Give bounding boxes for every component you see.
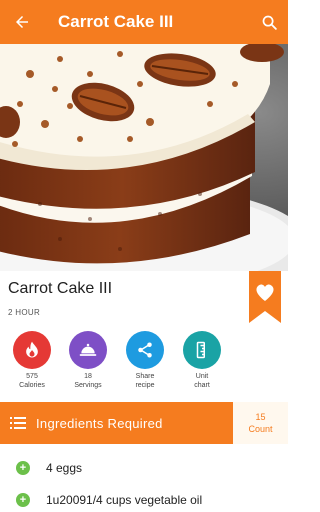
ingredient-text: 4 eggs [46, 461, 83, 475]
app-bar: Carrot Cake III [0, 0, 288, 44]
ingredient-count-label: Count [248, 424, 273, 434]
ingredient-item[interactable]: + 1u20091/4 cups vegetable oil [0, 484, 288, 512]
recipe-hero-image [0, 44, 288, 271]
servings-value: 18 [84, 373, 92, 380]
servings-circle [69, 331, 107, 369]
recipe-actions: 575 Calories 18 Servings Share recipe Un… [0, 331, 288, 391]
ingredients-header: Ingredients Required 15 Count [0, 402, 288, 444]
share-value: Share [135, 373, 155, 380]
share-icon [138, 342, 152, 358]
servings-button[interactable]: 18 Servings [58, 331, 118, 390]
unit-chart-value: Unit [195, 373, 209, 380]
calories-button[interactable]: 575 Calories [2, 331, 62, 390]
cook-time: 2 HOUR [8, 308, 41, 317]
back-button[interactable] [0, 0, 44, 44]
unit-chart-button[interactable]: Unit chart [172, 331, 232, 390]
recipe-title: Carrot Cake III [8, 280, 113, 297]
ingredients-header-label: Ingredients Required [36, 415, 163, 431]
unit-chart-label: chart [194, 382, 210, 389]
list-icon [0, 416, 36, 430]
ingredients-tab[interactable]: Ingredients Required [0, 402, 233, 444]
cloche-icon [79, 343, 97, 356]
arrow-left-icon [16, 16, 28, 28]
favorite-button[interactable] [249, 271, 281, 323]
search-icon [262, 15, 277, 30]
search-button[interactable] [250, 0, 288, 44]
ingredient-count-value: 15 [255, 412, 266, 422]
share-recipe-button[interactable]: Share recipe [115, 331, 175, 390]
ingredient-text: 1u20091/4 cups vegetable oil [46, 493, 203, 507]
calories-label: Calories [19, 382, 45, 389]
ingredient-list: + 4 eggs + 1u20091/4 cups vegetable oil [0, 452, 288, 512]
flame-icon [26, 341, 38, 358]
calories-circle [13, 331, 51, 369]
add-icon[interactable]: + [16, 493, 30, 507]
share-circle [126, 331, 164, 369]
servings-label: Servings [74, 382, 102, 389]
ingredient-item[interactable]: + 4 eggs [0, 452, 288, 484]
ruler-icon [196, 341, 205, 359]
share-label: recipe [135, 382, 155, 389]
ingredient-count: 15 Count [233, 402, 288, 444]
recipe-screen: Carrot Cake III Carrot Cake III 2 HOUR 5… [0, 0, 288, 512]
unit-chart-circle [183, 331, 221, 369]
add-icon[interactable]: + [16, 461, 30, 475]
calories-value: 575 [26, 373, 38, 380]
page-title: Carrot Cake III [58, 12, 174, 31]
